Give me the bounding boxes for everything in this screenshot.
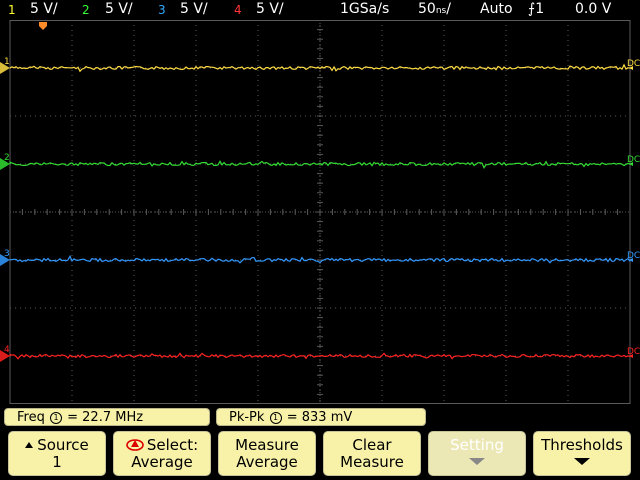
source-label: Source: [37, 436, 89, 454]
entry-knob-icon: [126, 439, 144, 451]
clear-label: Clear: [352, 436, 392, 454]
status-bar: 1 5 V/ 2 5 V/ 3 5 V/ 4 5 V/ 1GSa/s 50ns/…: [0, 0, 640, 20]
setting-label: Setting: [450, 436, 504, 454]
timebase: 50ns/: [418, 1, 451, 17]
ch2-number: 2: [82, 3, 90, 17]
ch1-scale: 5 V/: [30, 1, 58, 17]
select-label: Select:: [146, 436, 199, 454]
sample-rate: 1GSa/s: [340, 1, 390, 17]
timebase-unit: ns: [435, 6, 447, 16]
coupling-label-ch1: DC: [627, 59, 640, 69]
trigger-level: 0.0 V: [575, 1, 612, 17]
select-value: Average: [131, 453, 193, 471]
ch4-scale: 5 V/: [256, 1, 284, 17]
source-value: 1: [52, 453, 62, 471]
coupling-label-ch3: DC: [627, 251, 640, 261]
pkpk-measurement: Pk-Pk 1 = 833 mV: [216, 408, 426, 426]
measure-value: Average: [236, 453, 298, 471]
up-arrow-icon: [25, 442, 34, 448]
freq-source-icon: 1: [49, 412, 62, 424]
ch1-number: 1: [8, 3, 16, 17]
trace-label-ch1: 1: [4, 57, 10, 67]
source-softkey[interactable]: Source 1: [8, 431, 106, 476]
clear-value: Measure: [340, 453, 404, 471]
thresholds-softkey[interactable]: Thresholds: [533, 431, 631, 476]
clear-measure-softkey[interactable]: Clear Measure: [323, 431, 421, 476]
pkpk-value: 833 mV: [301, 410, 353, 425]
trace-label-ch2: 2: [4, 153, 10, 163]
trigger-mode: Auto: [480, 1, 513, 17]
ch3-number: 3: [158, 3, 166, 17]
trace-label-ch3: 3: [4, 249, 10, 259]
freq-value: 22.7 MHz: [82, 410, 144, 425]
setting-softkey[interactable]: Setting: [428, 431, 526, 476]
coupling-label-ch2: DC: [627, 155, 640, 165]
measure-label: Measure: [235, 436, 299, 454]
chevron-down-icon: [469, 458, 485, 465]
thresholds-label: Thresholds: [541, 436, 623, 454]
freq-measurement: Freq 1 = 22.7 MHz: [4, 408, 210, 426]
chevron-down-icon: [574, 458, 590, 465]
pkpk-label: Pk-Pk: [229, 410, 265, 425]
select-softkey[interactable]: Select: Average: [113, 431, 211, 476]
measure-average-softkey[interactable]: Measure Average: [218, 431, 316, 476]
ch2-scale: 5 V/: [105, 1, 133, 17]
freq-label: Freq: [17, 410, 45, 425]
pkpk-source-icon: 1: [269, 412, 282, 424]
trigger-source: 1: [535, 1, 545, 17]
trigger-edge: ⨍1: [528, 1, 544, 17]
ch3-scale: 5 V/: [180, 1, 208, 17]
coupling-label-ch4: DC: [627, 347, 640, 357]
trace-label-ch4: 4: [4, 345, 10, 355]
waveform-display[interactable]: 1 DC 2 DC 3 DC 4 DC: [0, 20, 640, 404]
timebase-value: 50: [418, 1, 436, 17]
ch4-number: 4: [234, 3, 242, 17]
